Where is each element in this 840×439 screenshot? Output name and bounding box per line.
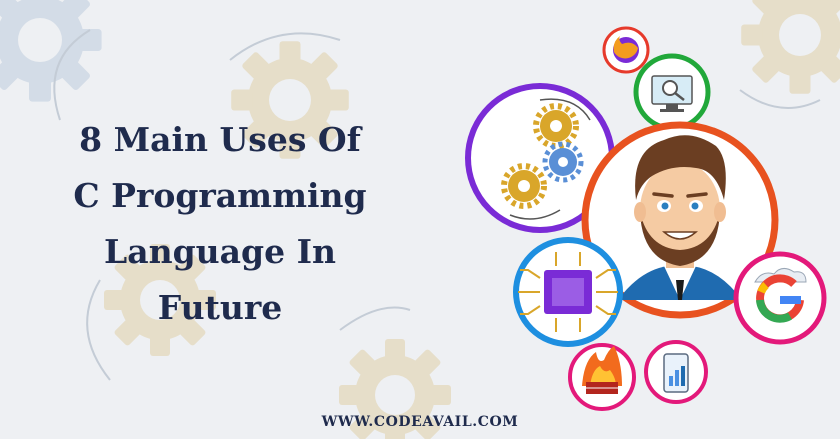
google-icon	[733, 251, 827, 345]
firewall-icon	[568, 343, 636, 411]
illustration-cluster	[465, 26, 827, 411]
footer-url[interactable]: WWW.CODEAVAIL.COM	[0, 414, 840, 430]
mobile-chart-icon	[644, 340, 708, 404]
magnifier-monitor-icon	[633, 53, 711, 131]
cpu-chip-icon	[513, 237, 623, 347]
firefox-icon	[602, 26, 650, 74]
